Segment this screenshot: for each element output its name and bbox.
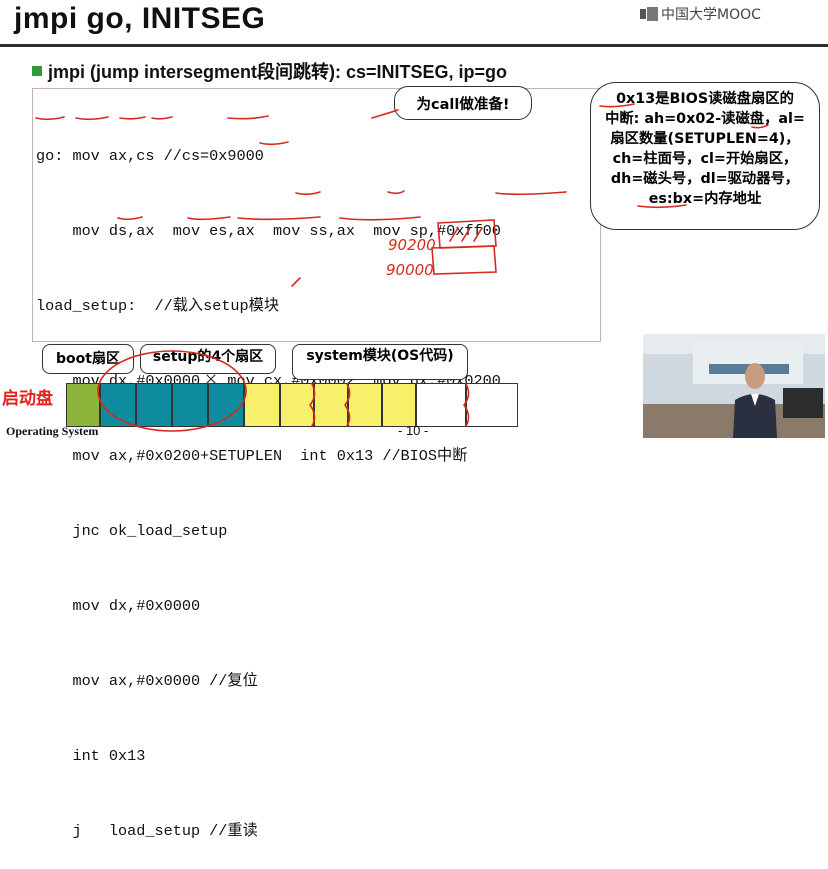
logo-text: 中国大学MOOC bbox=[661, 7, 761, 23]
callout-line: 中断: ah=0x02-读磁盘，al= bbox=[605, 111, 805, 127]
callout-line: es:bx=内存地址 bbox=[648, 191, 762, 207]
code-line: go: mov ax,cs //cs=0x9000 bbox=[36, 147, 264, 165]
bios-interrupt-callout: 0x13是BIOS读磁盘扇区的 中断: ah=0x02-读磁盘，al= 扇区数量… bbox=[590, 82, 820, 230]
system-sector-block bbox=[314, 383, 348, 427]
slide-title: jmpi go, INITSEG bbox=[14, 2, 266, 35]
setup-sector-block bbox=[100, 383, 136, 427]
mooc-logo-icon bbox=[640, 7, 658, 21]
callout-line: 扇区数量(SETUPLEN=4)， bbox=[610, 131, 800, 147]
code-line: int 0x13 bbox=[36, 747, 146, 765]
setup-sectors-label: setup的4个扇区 bbox=[140, 344, 276, 374]
assembly-code: go: mov ax,cs //cs=0x9000 mov ds,ax mov … bbox=[36, 94, 501, 869]
callout-line: dh=磁头号，dl=驱动器号， bbox=[610, 171, 800, 187]
code-line: mov ds,ax mov es,ax mov ss,ax mov sp,#0x… bbox=[36, 222, 501, 240]
mooc-logo: 中国大学MOOC bbox=[640, 4, 761, 24]
code-line: mov ax,#0x0000 //复位 bbox=[36, 672, 258, 690]
setup-sector-block bbox=[136, 383, 172, 427]
code-line: jnc ok_load_setup bbox=[36, 522, 228, 540]
setup-sector-block bbox=[208, 383, 244, 427]
setup-sector-block bbox=[172, 383, 208, 427]
empty-sector-block bbox=[416, 383, 466, 427]
empty-sector-block bbox=[466, 383, 518, 427]
slide-subtitle: jmpi (jump intersegment段间跳转): cs=INITSEG… bbox=[48, 62, 508, 82]
page-number: - 10 - bbox=[398, 423, 429, 438]
footer-course-name: Operating System bbox=[6, 424, 99, 438]
boot-sector-block bbox=[66, 383, 100, 427]
bullet-icon bbox=[32, 66, 42, 76]
code-line: mov ax,#0x0200+SETUPLEN int 0x13 //BIOS中… bbox=[36, 447, 468, 465]
instructor-video bbox=[643, 334, 825, 438]
callout-line: ch=柱面号，cl=开始扇区， bbox=[612, 151, 798, 167]
boot-disk-label: 启动盘 bbox=[2, 389, 53, 409]
system-module-label: system模块(OS代码) bbox=[292, 344, 468, 380]
system-sector-block bbox=[244, 383, 280, 427]
boot-sector-label: boot扇区 bbox=[42, 344, 134, 374]
instructor-video-frame bbox=[643, 334, 825, 438]
system-sector-block bbox=[382, 383, 416, 427]
code-line: j load_setup //重读 bbox=[36, 822, 258, 840]
title-divider bbox=[0, 44, 828, 47]
code-line: mov dx,#0x0000 bbox=[36, 597, 201, 615]
system-sector-block bbox=[280, 383, 314, 427]
callout-line: 0x13是BIOS读磁盘扇区的 bbox=[616, 91, 794, 107]
code-line: load_setup: //载入setup模块 bbox=[36, 297, 280, 315]
cloud-note: 为call做准备! bbox=[394, 86, 532, 120]
system-sector-block bbox=[348, 383, 382, 427]
